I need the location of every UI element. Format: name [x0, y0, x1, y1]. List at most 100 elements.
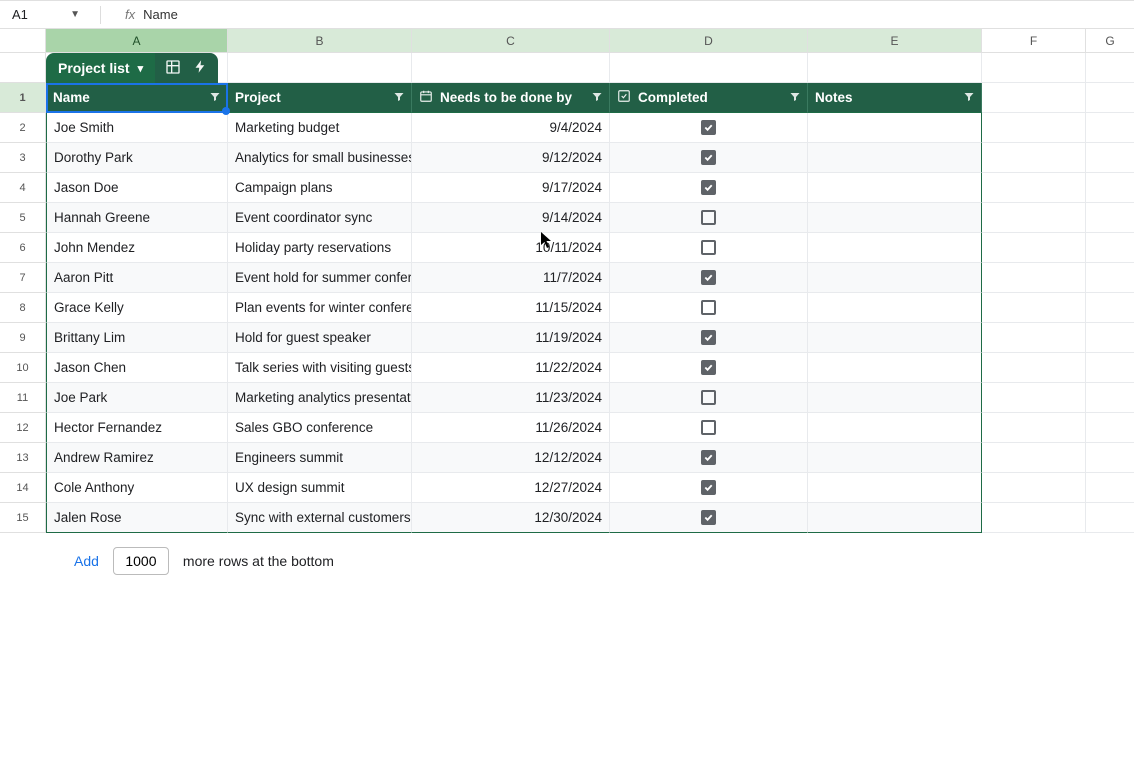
- cell-completed[interactable]: [610, 293, 808, 323]
- checkbox[interactable]: [701, 150, 716, 165]
- cell-project[interactable]: Campaign plans: [228, 173, 412, 203]
- cell-project[interactable]: Engineers summit: [228, 443, 412, 473]
- row-header[interactable]: 12: [0, 413, 46, 443]
- cell-notes[interactable]: [808, 323, 982, 353]
- cell-completed[interactable]: [610, 353, 808, 383]
- empty-cell[interactable]: [982, 323, 1086, 353]
- cell-completed[interactable]: [610, 113, 808, 143]
- cell-due[interactable]: 9/14/2024: [412, 203, 610, 233]
- cell-notes[interactable]: [808, 293, 982, 323]
- cell-notes[interactable]: [808, 443, 982, 473]
- cell-name[interactable]: John Mendez: [46, 233, 228, 263]
- table-grid-icon[interactable]: [165, 59, 181, 78]
- cell-name[interactable]: Jason Chen: [46, 353, 228, 383]
- empty-cell[interactable]: [1086, 293, 1134, 323]
- cell-completed[interactable]: [610, 503, 808, 533]
- cell-name[interactable]: Dorothy Park: [46, 143, 228, 173]
- cell-due[interactable]: 10/11/2024: [412, 233, 610, 263]
- empty-cell[interactable]: [982, 353, 1086, 383]
- cell-project[interactable]: Marketing analytics presentation: [228, 383, 412, 413]
- cell-notes[interactable]: [808, 473, 982, 503]
- empty-cell[interactable]: [982, 293, 1086, 323]
- cell-project[interactable]: Talk series with visiting guests: [228, 353, 412, 383]
- cell-notes[interactable]: [808, 383, 982, 413]
- cell-completed[interactable]: [610, 473, 808, 503]
- empty-cell[interactable]: [1086, 503, 1134, 533]
- empty-cell[interactable]: [982, 383, 1086, 413]
- cell-completed[interactable]: [610, 323, 808, 353]
- cell-name[interactable]: Aaron Pitt: [46, 263, 228, 293]
- empty-cell[interactable]: [982, 173, 1086, 203]
- cell-due[interactable]: 11/23/2024: [412, 383, 610, 413]
- cell-completed[interactable]: [610, 143, 808, 173]
- formula-value[interactable]: Name: [143, 7, 178, 22]
- col-header-F[interactable]: F: [982, 29, 1086, 52]
- cell-completed[interactable]: [610, 383, 808, 413]
- cell-completed[interactable]: [610, 413, 808, 443]
- cell-due[interactable]: 11/7/2024: [412, 263, 610, 293]
- cell-project[interactable]: Plan events for winter conference: [228, 293, 412, 323]
- cell-completed[interactable]: [610, 443, 808, 473]
- empty-cell[interactable]: [982, 473, 1086, 503]
- cell-name[interactable]: Grace Kelly: [46, 293, 228, 323]
- cell-name[interactable]: Jalen Rose: [46, 503, 228, 533]
- checkbox[interactable]: [701, 270, 716, 285]
- filter-icon[interactable]: [393, 90, 405, 105]
- empty-cell[interactable]: [1086, 413, 1134, 443]
- row-header[interactable]: 7: [0, 263, 46, 293]
- checkbox[interactable]: [701, 450, 716, 465]
- empty-cell[interactable]: [982, 233, 1086, 263]
- empty-cell[interactable]: [982, 83, 1086, 113]
- checkbox[interactable]: [701, 210, 716, 225]
- cell-project[interactable]: Event hold for summer conference: [228, 263, 412, 293]
- cell-due[interactable]: 12/12/2024: [412, 443, 610, 473]
- name-box[interactable]: A1 ▼: [6, 4, 86, 26]
- checkbox[interactable]: [701, 330, 716, 345]
- col-header-D[interactable]: D: [610, 29, 808, 52]
- empty-cell[interactable]: [982, 413, 1086, 443]
- cell-name[interactable]: Brittany Lim: [46, 323, 228, 353]
- empty-cell[interactable]: [1086, 383, 1134, 413]
- empty-cell[interactable]: [1086, 263, 1134, 293]
- row-header[interactable]: 4: [0, 173, 46, 203]
- empty-cell[interactable]: [982, 503, 1086, 533]
- filter-icon[interactable]: [963, 90, 975, 105]
- cell-project[interactable]: Sales GBO conference: [228, 413, 412, 443]
- cell-notes[interactable]: [808, 143, 982, 173]
- lightning-icon[interactable]: [193, 59, 208, 77]
- cell-completed[interactable]: [610, 203, 808, 233]
- col-completed-header[interactable]: Completed: [610, 83, 808, 113]
- empty-cell[interactable]: [982, 443, 1086, 473]
- filter-icon[interactable]: [591, 90, 603, 105]
- cell-due[interactable]: 11/15/2024: [412, 293, 610, 323]
- col-project-header[interactable]: Project: [228, 83, 412, 113]
- col-header-B[interactable]: B: [228, 29, 412, 52]
- row-header[interactable]: 5: [0, 203, 46, 233]
- checkbox[interactable]: [701, 420, 716, 435]
- select-all-corner[interactable]: [0, 29, 46, 52]
- empty-cell[interactable]: [1086, 443, 1134, 473]
- empty-cell[interactable]: [1086, 233, 1134, 263]
- row-header[interactable]: 10: [0, 353, 46, 383]
- row-header[interactable]: 3: [0, 143, 46, 173]
- blank[interactable]: [982, 53, 1086, 83]
- cell-project[interactable]: Marketing budget: [228, 113, 412, 143]
- checkbox[interactable]: [701, 510, 716, 525]
- cell-due[interactable]: 11/26/2024: [412, 413, 610, 443]
- filter-icon[interactable]: [209, 90, 221, 105]
- cell-project[interactable]: Analytics for small businesses: [228, 143, 412, 173]
- empty-cell[interactable]: [1086, 203, 1134, 233]
- row-header[interactable]: 8: [0, 293, 46, 323]
- empty-cell[interactable]: [982, 143, 1086, 173]
- cell-name[interactable]: Cole Anthony: [46, 473, 228, 503]
- empty-cell[interactable]: [1086, 113, 1134, 143]
- empty-cell[interactable]: [1086, 173, 1134, 203]
- cell-notes[interactable]: [808, 353, 982, 383]
- empty-cell[interactable]: [982, 203, 1086, 233]
- checkbox[interactable]: [701, 390, 716, 405]
- row-header[interactable]: 14: [0, 473, 46, 503]
- col-header-E[interactable]: E: [808, 29, 982, 52]
- cell-project[interactable]: Event coordinator sync: [228, 203, 412, 233]
- cell-name[interactable]: Hector Fernandez: [46, 413, 228, 443]
- filter-icon[interactable]: [789, 90, 801, 105]
